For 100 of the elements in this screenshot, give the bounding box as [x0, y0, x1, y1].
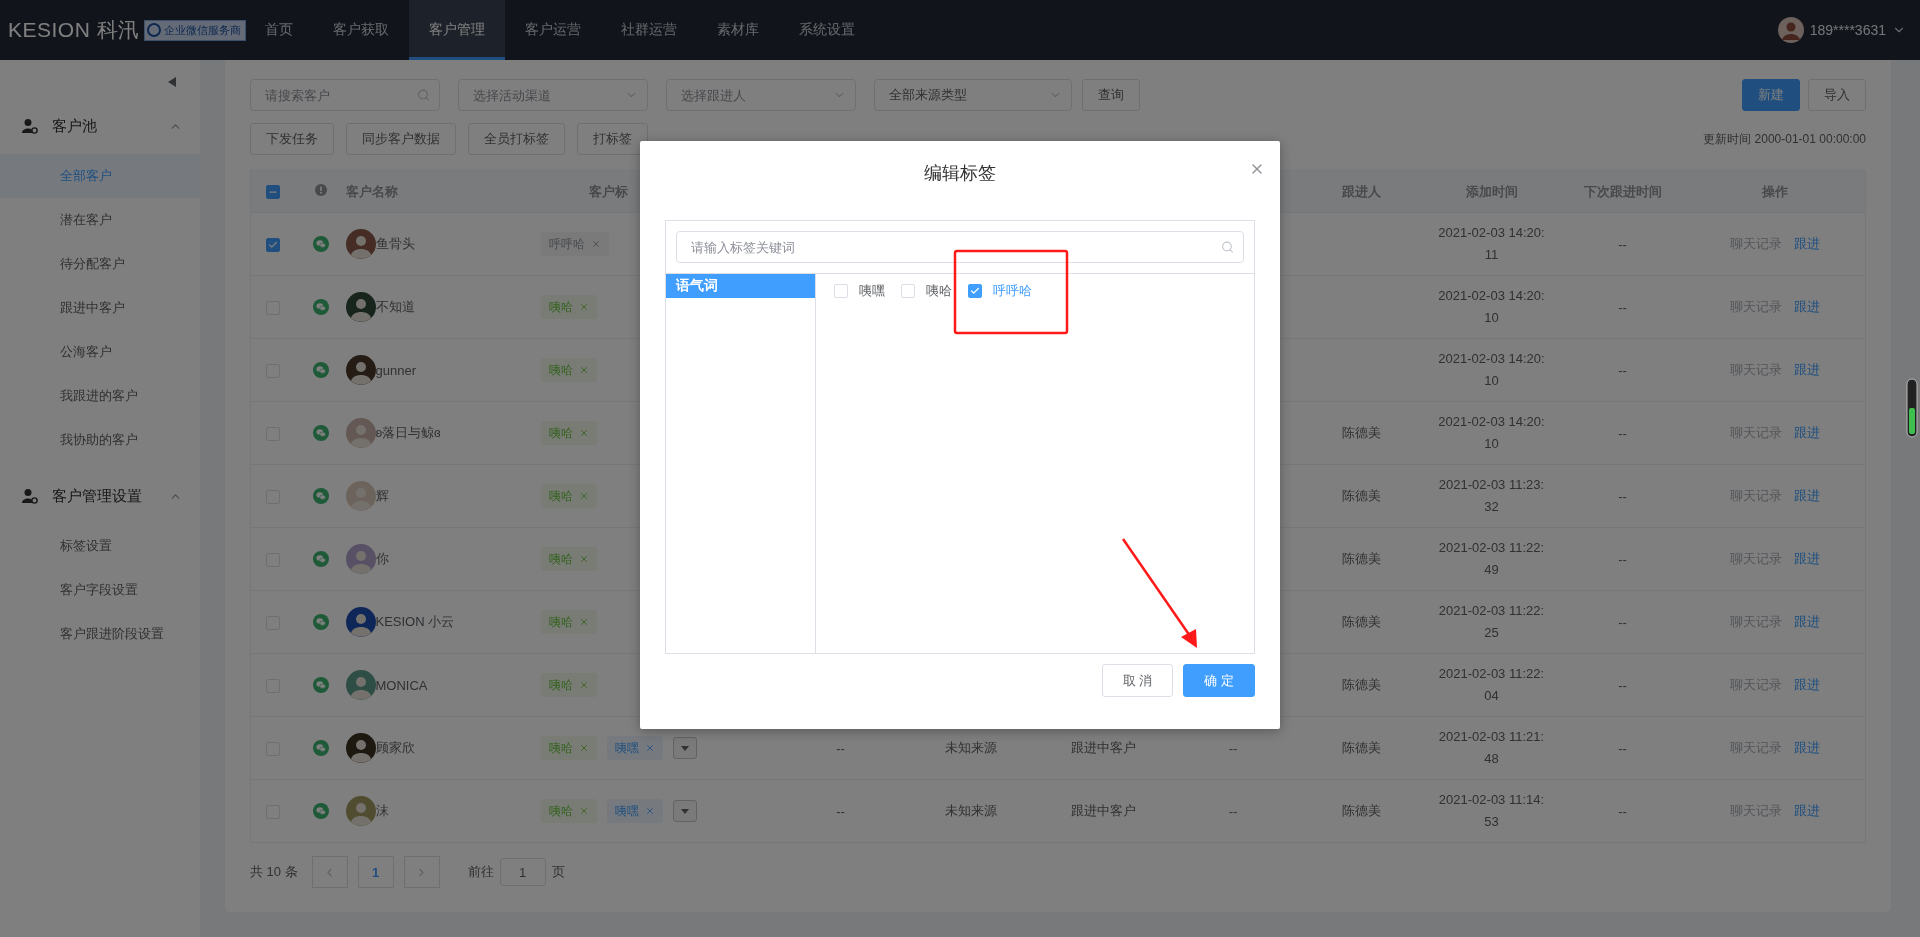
next-follow-time: -- [1618, 425, 1627, 441]
close-icon[interactable] [578, 617, 589, 627]
caret-icon [680, 745, 689, 751]
follow-up-link[interactable]: 跟进 [1793, 803, 1820, 818]
follow-up-link[interactable]: 跟进 [1793, 614, 1820, 629]
menu-item[interactable]: 我协助的客户 [0, 418, 200, 462]
avatar-icon [345, 229, 376, 259]
nav-tab[interactable]: 素材库 [697, 0, 779, 60]
follower-name: 陈德美 [1342, 677, 1381, 692]
nav-tab[interactable]: 客户运营 [505, 0, 601, 60]
follow-up-link[interactable]: 跟进 [1793, 551, 1820, 566]
source-text: 未知来源 [944, 803, 997, 818]
total-count: 共 10 条 [250, 863, 298, 881]
page-input[interactable]: 1 [499, 858, 546, 886]
wechat-icon [312, 425, 329, 442]
customer-name: 顾家欣 [375, 739, 415, 757]
nav-tab[interactable]: 首页 [245, 0, 313, 60]
prev-page-button[interactable] [311, 856, 348, 888]
close-icon[interactable] [578, 491, 589, 501]
close-icon[interactable] [590, 239, 601, 249]
check-icon [268, 239, 279, 250]
close-icon[interactable] [578, 743, 589, 753]
more-tags-button[interactable] [672, 737, 697, 759]
avatar-icon [1777, 17, 1804, 43]
wechat-icon [312, 614, 329, 631]
action-button[interactable]: 下发任务 [250, 123, 334, 155]
wechat-icon [312, 803, 329, 820]
menu-item[interactable]: 跟进中客户 [0, 286, 200, 330]
menu-item[interactable]: 公海客户 [0, 330, 200, 374]
avatar-icon [345, 418, 376, 448]
added-time: 2021-02-03 14:20:10 [1437, 350, 1546, 390]
customer-tag: 咦哈 [540, 736, 597, 760]
close-icon[interactable] [578, 554, 589, 564]
table-cell-text: -- [836, 803, 845, 819]
tag-option[interactable]: 呼呼哈 [968, 282, 1032, 300]
row-checkbox[interactable] [266, 237, 281, 252]
avatar-icon [345, 355, 376, 385]
new-button[interactable]: 新建 [1742, 79, 1800, 111]
wechat-icon [312, 362, 329, 379]
tag-option[interactable]: 咦嘿 [834, 282, 885, 300]
follow-up-link[interactable]: 跟进 [1793, 299, 1820, 314]
close-icon[interactable] [578, 806, 589, 816]
customer-name: 鱼骨头 [375, 235, 415, 253]
search-icon [1221, 240, 1234, 254]
nav-tab[interactable]: 客户管理 [409, 0, 505, 60]
close-icon[interactable] [578, 680, 589, 690]
close-icon[interactable] [578, 428, 589, 438]
nav-tab[interactable]: 客户获取 [313, 0, 409, 60]
menu-item[interactable]: 待分配客户 [0, 242, 200, 286]
customer-name: 辉 [375, 487, 389, 505]
tag-search-field[interactable]: 请输入标签关键词 [676, 231, 1244, 263]
stage-text: 跟进中客户 [1070, 803, 1136, 818]
follow-up-link[interactable]: 跟进 [1793, 740, 1820, 755]
next-page-button[interactable] [403, 856, 440, 888]
tag-option[interactable]: 咦哈 [901, 282, 952, 300]
import-button[interactable]: 导入 [1808, 79, 1866, 111]
page-button[interactable]: 1 [357, 856, 394, 888]
menu-group-title[interactable]: 客户池 [52, 116, 155, 136]
follow-up-link[interactable]: 跟进 [1793, 677, 1820, 692]
follow-up-link[interactable]: 跟进 [1793, 488, 1820, 503]
menu-item[interactable]: 全部客户 [0, 154, 200, 198]
close-icon[interactable] [578, 365, 589, 375]
wechat-icon [312, 236, 329, 253]
caret-icon [680, 808, 689, 814]
added-time: 2021-02-03 14:20:10 [1437, 287, 1546, 327]
more-tags-button[interactable] [672, 800, 697, 822]
cancel-button[interactable]: 取 消 [1101, 664, 1174, 697]
customer-tag: 咦嘿 [606, 799, 663, 823]
close-icon[interactable] [578, 302, 589, 312]
tag-category[interactable]: 语气词 [666, 274, 815, 298]
close-icon[interactable] [644, 806, 655, 816]
menu-group-title[interactable]: 客户管理设置 [52, 486, 155, 506]
close-icon[interactable] [644, 743, 655, 753]
nav-tab[interactable]: 社群运营 [601, 0, 697, 60]
menu-item[interactable]: 我跟进的客户 [0, 374, 200, 418]
follow-up-link[interactable]: 跟进 [1793, 236, 1820, 251]
avatar-icon [345, 607, 376, 637]
nav-tab[interactable]: 系统设置 [779, 0, 875, 60]
user-name[interactable]: 189****3631 [1809, 22, 1886, 38]
menu-item[interactable]: 标签设置 [0, 524, 200, 568]
follow-up-link[interactable]: 跟进 [1793, 425, 1820, 440]
menu-item[interactable]: 客户跟进阶段设置 [0, 612, 200, 656]
customer-tag: 咦哈 [540, 673, 597, 697]
action-button[interactable]: 同步客户数据 [346, 123, 456, 155]
collapse-icon[interactable] [168, 77, 176, 87]
confirm-button[interactable]: 确 定 [1183, 664, 1255, 697]
select-all-checkbox[interactable] [266, 185, 281, 200]
info-icon [314, 184, 327, 196]
action-button[interactable]: 打标签 [577, 123, 648, 155]
query-button[interactable]: 查询 [1082, 79, 1140, 111]
customer-name: KESION 小云 [375, 613, 455, 631]
menu-item[interactable]: 客户字段设置 [0, 568, 200, 612]
tag-checkbox[interactable] [968, 284, 982, 298]
page-suffix: 页 [551, 863, 565, 881]
follow-up-link[interactable]: 跟进 [1793, 362, 1820, 377]
source-text: 未知来源 [944, 740, 997, 755]
menu-item[interactable]: 潜在客户 [0, 198, 200, 242]
source-select[interactable]: 全部来源类型 [874, 79, 1072, 111]
added-time: 2021-02-03 11:23:32 [1437, 476, 1546, 516]
action-button[interactable]: 全员打标签 [468, 123, 565, 155]
